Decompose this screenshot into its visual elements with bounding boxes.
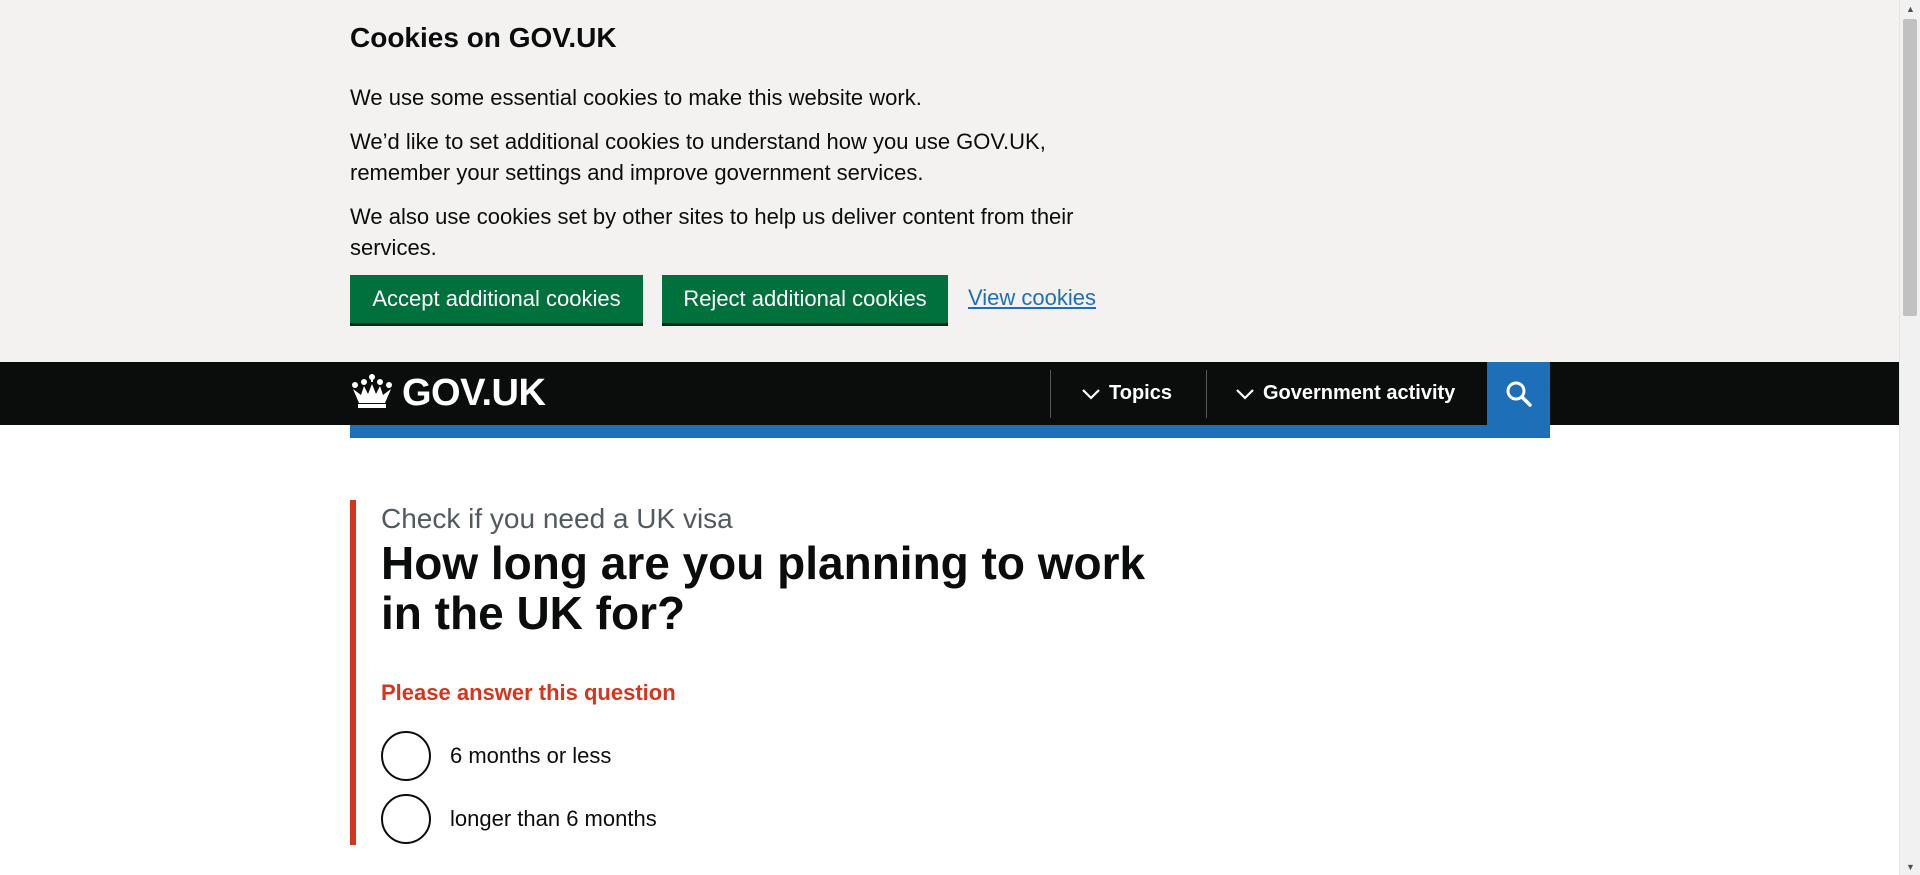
cookie-banner-text: We use some essential cookies to make th… xyxy=(350,85,922,110)
scroll-up-arrow-icon[interactable]: ▲ xyxy=(1900,0,1920,17)
view-cookies-link[interactable]: View cookies xyxy=(968,285,1096,311)
page: Cookies on GOV.UK We use some essential … xyxy=(0,0,1899,875)
nav-government-activity[interactable]: Government activity xyxy=(1235,362,1455,425)
reject-cookies-button[interactable]: Reject additional cookies xyxy=(662,275,948,323)
question-fieldset: Check if you need a UK visa How long are… xyxy=(350,500,1150,845)
scroll-down-arrow-icon[interactable]: ▼ xyxy=(1900,858,1920,875)
nav-divider xyxy=(1206,370,1207,418)
chevron-down-icon xyxy=(1082,388,1100,400)
scrollbar-thumb[interactable] xyxy=(1903,19,1917,316)
radio-label: 6 months or less xyxy=(450,743,612,768)
cookie-banner-title: Cookies on GOV.UK xyxy=(350,22,617,53)
search-icon xyxy=(1506,381,1532,407)
chevron-down-icon xyxy=(1236,388,1254,400)
site-header: GOV.UK Topics Government activity xyxy=(0,362,1899,425)
cookie-banner-actions: Accept additional cookies Reject additio… xyxy=(350,275,1096,323)
nav-divider xyxy=(1050,370,1051,418)
nav-topics[interactable]: Topics xyxy=(1081,362,1172,425)
page-scrollbar[interactable]: ▲ ▼ xyxy=(1899,0,1920,875)
accept-cookies-button[interactable]: Accept additional cookies xyxy=(350,275,643,323)
error-message: Please answer this question xyxy=(381,680,676,705)
logo-text: GOV.UK xyxy=(402,372,546,414)
question-title: How long are you planning to work in the… xyxy=(381,537,1146,639)
header-blue-bar xyxy=(350,425,1550,438)
cookie-banner-text: We’d like to set additional cookies to u… xyxy=(350,129,1046,185)
radio-option-longer-than-6-months[interactable]: longer than 6 months xyxy=(381,794,657,844)
crown-icon xyxy=(350,373,394,414)
cookie-banner-text: We also use cookies set by other sites t… xyxy=(350,204,1074,260)
nav-topics-label: Topics xyxy=(1109,382,1172,404)
service-caption: Check if you need a UK visa xyxy=(381,503,733,534)
radio-label: longer than 6 months xyxy=(450,806,657,831)
govuk-logo-link[interactable]: GOV.UK xyxy=(350,372,546,415)
search-button[interactable] xyxy=(1487,362,1550,425)
nav-government-activity-label: Government activity xyxy=(1263,382,1456,404)
radio-option-6-months-or-less[interactable]: 6 months or less xyxy=(381,731,611,781)
radio-button[interactable] xyxy=(381,731,431,781)
cookie-banner: Cookies on GOV.UK We use some essential … xyxy=(0,0,1899,362)
radio-button[interactable] xyxy=(381,794,431,844)
